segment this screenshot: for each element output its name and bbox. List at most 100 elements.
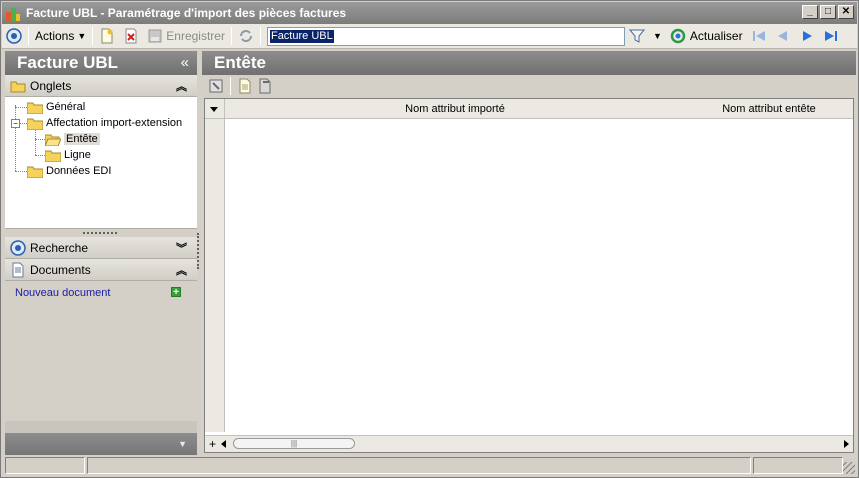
- maximize-button[interactable]: □: [820, 5, 836, 19]
- minimize-button[interactable]: _: [802, 5, 818, 19]
- tree-line: [19, 123, 27, 124]
- column-header-header-attribute[interactable]: Nom attribut entête: [685, 99, 853, 118]
- delete-button[interactable]: [119, 25, 143, 47]
- tree-line: [35, 129, 36, 155]
- tree-item-label: Ligne: [64, 149, 91, 161]
- refresh-label: Actualiser: [689, 29, 743, 43]
- window-title: Facture UBL - Paramétrage d'import des p…: [26, 6, 347, 20]
- grid-settings-icon[interactable]: [208, 78, 224, 94]
- panel-title-text: Facture UBL: [17, 53, 119, 72]
- filter-button[interactable]: ▼: [625, 25, 666, 47]
- save-icon: [148, 29, 162, 43]
- previous-icon: [777, 31, 787, 41]
- folder-icon: [27, 102, 43, 114]
- tree-line: [35, 155, 45, 156]
- open-folder-icon: [45, 134, 61, 146]
- tree-line: [15, 171, 27, 172]
- vertical-splitter[interactable]: [197, 233, 199, 269]
- grid-header: Nom attribut importé Nom attribut entête: [205, 99, 853, 119]
- documents-section-header[interactable]: Documents ︽: [5, 259, 197, 281]
- last-record-button[interactable]: [819, 25, 843, 47]
- documents-section-label: Documents: [30, 262, 91, 277]
- panel-title: Facture UBL «: [5, 51, 197, 75]
- dropdown-arrow-icon[interactable]: ▼: [178, 439, 187, 449]
- app-window: Facture UBL - Paramétrage d'import des p…: [0, 0, 859, 478]
- delete-icon: [125, 28, 137, 44]
- caret-down-icon: ▼: [652, 31, 662, 41]
- navigation-panel: Facture UBL « Onglets ︽ Général − Affect…: [5, 51, 197, 455]
- refresh-icon: [670, 28, 686, 44]
- add-icon[interactable]: +: [171, 287, 181, 298]
- home-button[interactable]: [2, 25, 26, 47]
- refresh-button[interactable]: Actualiser: [666, 25, 747, 47]
- status-cell: [5, 457, 85, 474]
- status-cell: [753, 457, 843, 474]
- tree-item-label: Entête: [64, 133, 100, 145]
- tree-item-entete[interactable]: Entête: [45, 131, 100, 147]
- chevron-up-icon[interactable]: ︽: [176, 262, 187, 278]
- filter-icon: [628, 29, 645, 43]
- new-document-link[interactable]: Nouveau document: [15, 287, 110, 299]
- sync-icon: [239, 30, 252, 42]
- scroll-left-icon[interactable]: [221, 440, 226, 448]
- tree-item-label: Affectation import-extension: [46, 117, 183, 129]
- column-header-imported-attribute[interactable]: Nom attribut importé: [225, 99, 685, 118]
- target-icon: [10, 239, 26, 256]
- actions-menu-button[interactable]: Actions ▼: [31, 25, 90, 47]
- main-toolbar: Actions ▼ Enregistrer Facture UBL ▼ Actu…: [2, 24, 857, 49]
- previous-record-button[interactable]: [771, 25, 795, 47]
- caret-down-icon: ▼: [77, 31, 87, 41]
- new-document-icon: [101, 28, 113, 44]
- search-section-header[interactable]: Recherche ︾: [5, 237, 197, 259]
- save-button[interactable]: Enregistrer: [143, 25, 229, 47]
- toolbar-separator: [28, 27, 29, 45]
- folder-icon: [27, 166, 43, 178]
- horizontal-splitter[interactable]: [5, 229, 197, 237]
- next-record-button[interactable]: [795, 25, 819, 47]
- data-grid: Nom attribut importé Nom attribut entête…: [204, 98, 854, 453]
- row-gutter: [205, 119, 225, 432]
- last-icon: [824, 31, 837, 41]
- search-combo-value: Facture UBL: [269, 29, 334, 43]
- title-bar: Facture UBL - Paramétrage d'import des p…: [2, 2, 857, 24]
- folder-icon: [27, 118, 43, 130]
- target-icon: [6, 28, 22, 44]
- tree-item-donnees-edi[interactable]: Données EDI: [27, 163, 111, 179]
- new-row-icon[interactable]: [237, 78, 253, 94]
- scroll-right-icon[interactable]: [844, 440, 849, 448]
- tree-item-ligne[interactable]: Ligne: [45, 147, 91, 163]
- close-button[interactable]: ✕: [838, 5, 854, 19]
- tree-item-label: Général: [46, 101, 86, 113]
- tree-line: [15, 105, 16, 171]
- scrollbar-thumb[interactable]: |||: [233, 438, 355, 449]
- tabs-section-header[interactable]: Onglets ︽: [5, 75, 197, 97]
- search-section-label: Recherche: [30, 240, 89, 255]
- toolbar-separator: [230, 27, 232, 45]
- edit-row-icon[interactable]: [257, 78, 273, 94]
- collapse-panel-button[interactable]: «: [181, 51, 189, 74]
- documents-area: Nouveau document +: [5, 281, 197, 421]
- search-combo[interactable]: Facture UBL: [266, 26, 625, 46]
- new-button[interactable]: [95, 25, 119, 47]
- tree-item-label: Données EDI: [46, 165, 112, 177]
- save-label: Enregistrer: [166, 29, 225, 43]
- actions-label: Actions: [35, 29, 75, 43]
- app-icon: [6, 8, 20, 21]
- chevron-up-icon[interactable]: ︽: [176, 78, 187, 94]
- add-row-button[interactable]: +: [209, 437, 216, 451]
- sync-button[interactable]: [234, 25, 258, 47]
- first-record-button[interactable]: [747, 25, 771, 47]
- document-icon: [12, 262, 24, 277]
- tabs-section-label: Onglets: [30, 78, 72, 93]
- chevron-down-icon[interactable]: ︾: [176, 240, 187, 256]
- grid-toolbar: [202, 75, 856, 97]
- horizontal-scrollbar[interactable]: + |||: [205, 435, 853, 452]
- next-icon: [802, 31, 812, 41]
- sort-arrow-icon: [210, 107, 218, 112]
- panel-footer: ▼: [5, 433, 197, 455]
- tree-collapse-toggle[interactable]: −: [11, 119, 20, 128]
- tree-item-affectation[interactable]: Affectation import-extension: [27, 115, 182, 131]
- tree-item-general[interactable]: Général: [27, 99, 85, 115]
- row-selector-header[interactable]: [205, 99, 225, 118]
- resize-grip[interactable]: [843, 462, 855, 474]
